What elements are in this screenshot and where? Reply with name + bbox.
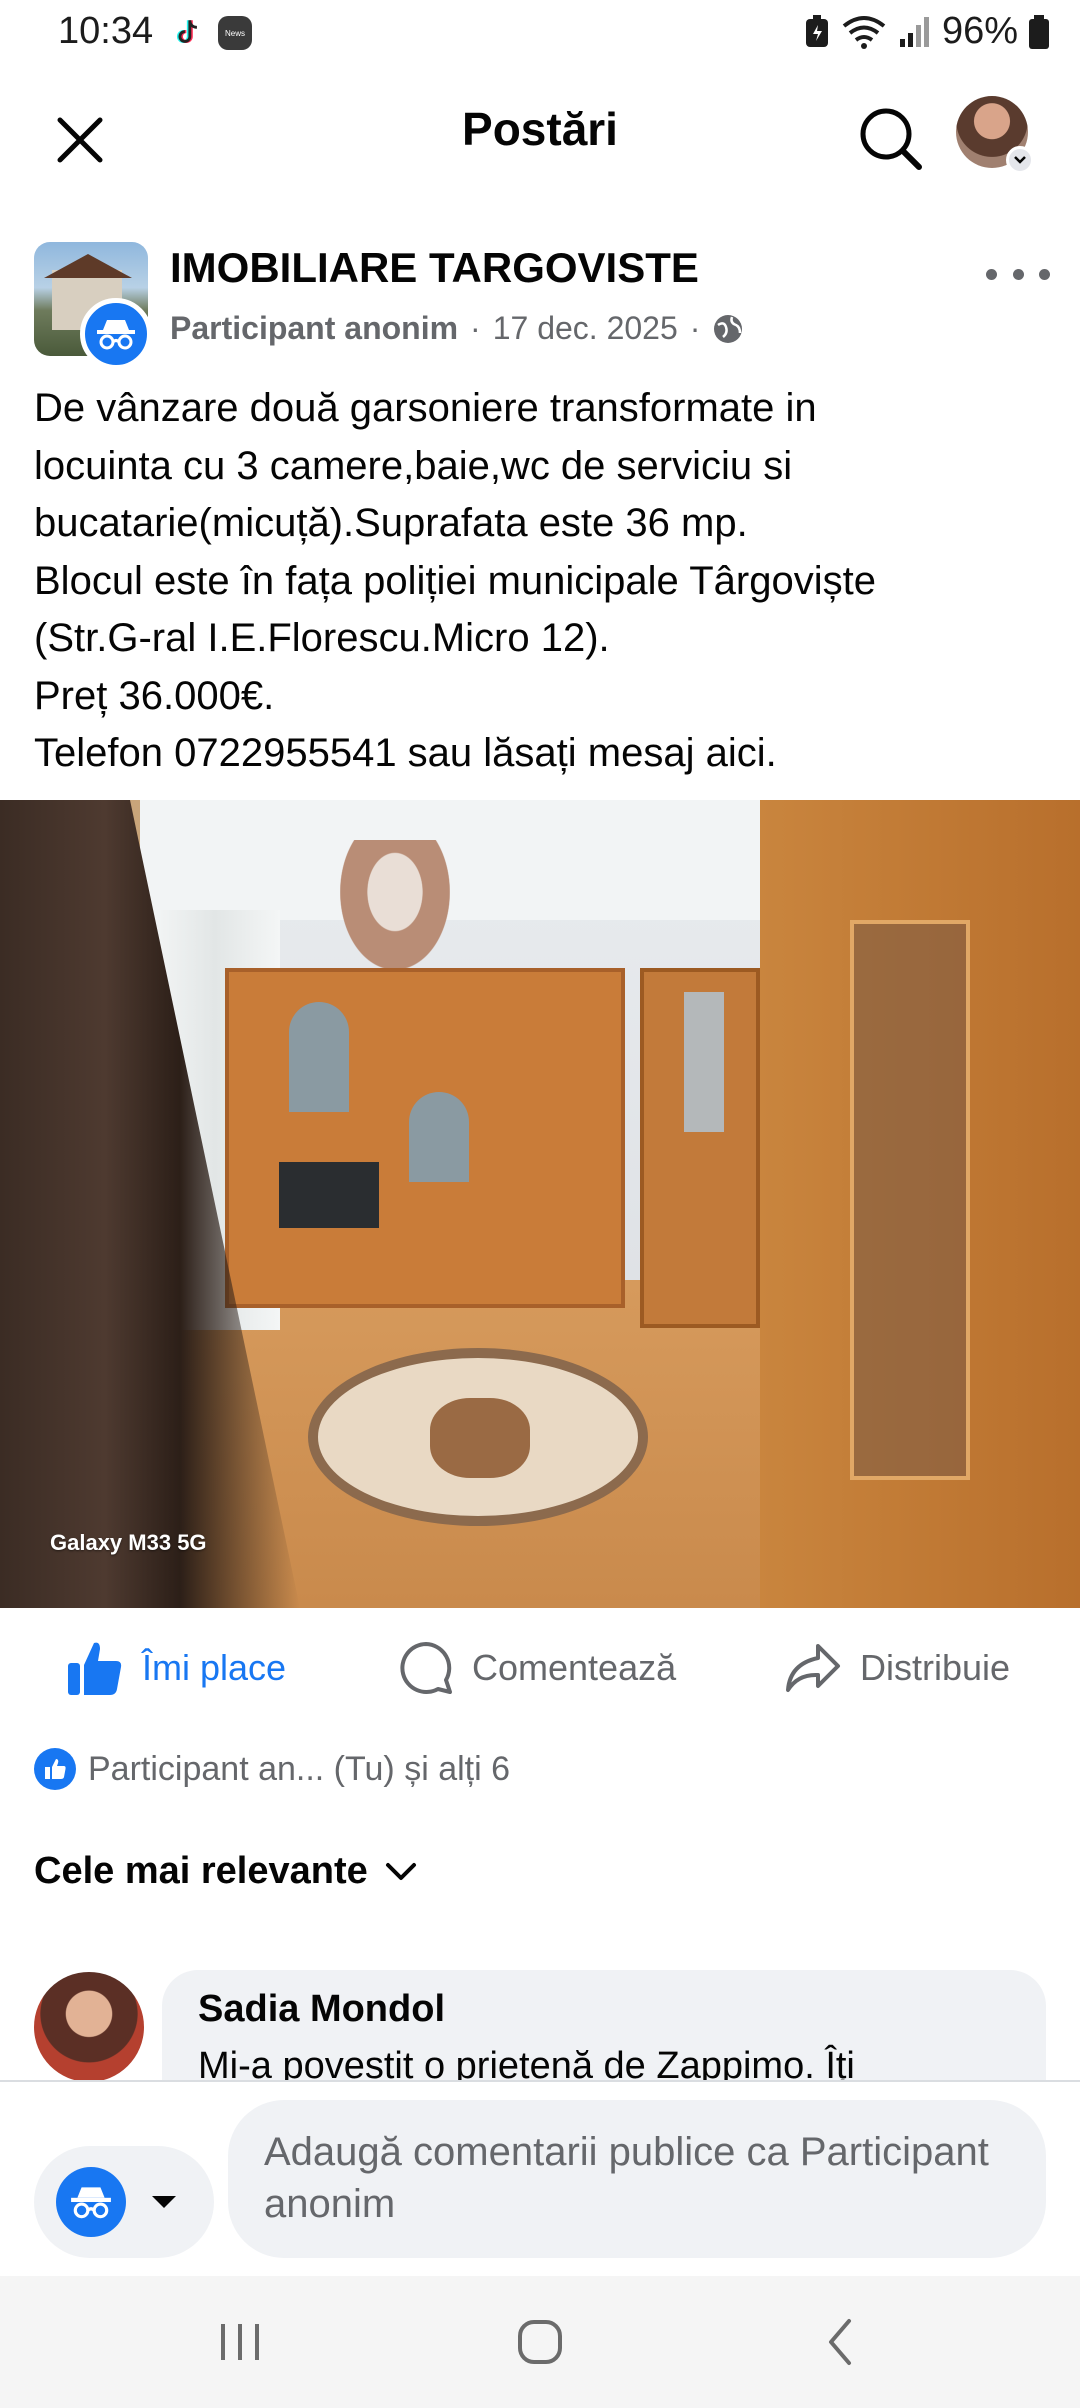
- post-line: locuinta cu 3 camere,baie,wc de serviciu…: [34, 443, 793, 488]
- television: [279, 1162, 379, 1228]
- search-button[interactable]: [850, 98, 930, 178]
- wifi-icon: [842, 15, 886, 49]
- share-label: Distribuie: [860, 1647, 1011, 1688]
- recent-apps-icon: [221, 2324, 259, 2360]
- sort-label: Cele mai relevante: [34, 1850, 368, 1892]
- search-icon: [860, 108, 922, 170]
- top-app-bar: Postări: [0, 68, 1080, 198]
- share-button[interactable]: Distribuie: [784, 1636, 1010, 1700]
- dot: [986, 268, 997, 280]
- home-button[interactable]: [490, 2304, 590, 2380]
- rug: [308, 1348, 648, 1526]
- anonymous-participant-icon: [56, 2167, 126, 2237]
- reactions-text: Participant an... (Tu) și alți 6: [88, 1749, 511, 1788]
- system-nav-bar: [0, 2276, 1080, 2408]
- post-author[interactable]: Participant anonim: [170, 310, 458, 347]
- door-pane: [684, 992, 724, 1132]
- like-label: Îmi place: [142, 1647, 287, 1688]
- comment-composer: [0, 2080, 1080, 2276]
- back-button[interactable]: [790, 2304, 890, 2380]
- commenter-name[interactable]: Sadia Mondol: [198, 1988, 1010, 2031]
- status-right: 96%: [804, 10, 1050, 53]
- meta-separator: ·: [470, 310, 481, 346]
- battery-icon: [1029, 14, 1049, 49]
- comment-item: Sadia Mondol Mi-a povestit o prietenă de…: [0, 1970, 1080, 2080]
- more-options-button[interactable]: [986, 254, 1050, 294]
- news-icon: News: [218, 16, 252, 50]
- dot: [1039, 268, 1050, 280]
- comment-text: Mi-a povestit o prietenă de Zappimo. Îți: [198, 2045, 855, 2080]
- thumbs-up-icon: [68, 1642, 122, 1695]
- comment-bubble[interactable]: Sadia Mondol Mi-a povestit o prietenă de…: [162, 1970, 1046, 2080]
- status-time: 10:34: [58, 10, 154, 52]
- dot: [1012, 268, 1024, 280]
- post-body: De vânzare două garsoniere transformate …: [34, 380, 1054, 783]
- signal-icon: [899, 16, 929, 47]
- close-button[interactable]: [40, 100, 120, 180]
- wall-unit: [225, 968, 625, 1308]
- profile-avatar[interactable]: [956, 96, 1034, 174]
- cabinet-glass: [850, 920, 970, 1480]
- like-reaction-icon: [34, 1748, 76, 1790]
- post-photo[interactable]: Galaxy M33 5G: [0, 800, 1080, 1608]
- comment-icon: [400, 1642, 452, 1694]
- post-line: Blocul este în fața poliției municipale …: [34, 558, 876, 603]
- share-icon: [786, 1644, 840, 1692]
- post-line: De vânzare două garsoniere transformate …: [34, 386, 817, 430]
- house-roof: [44, 254, 132, 278]
- post-line: Telefon 0722955541 sau lăsați mesaj aici…: [34, 731, 777, 775]
- caret-down-icon: [152, 2196, 176, 2208]
- battery-saver-icon: [805, 14, 828, 47]
- comment-label: Comentează: [472, 1647, 677, 1688]
- post-meta: Participant anonim · 17 dec. 2025 ·: [170, 310, 744, 347]
- post-header: IMOBILIARE TARGOVISTE Participant anonim…: [0, 232, 1080, 372]
- photo-watermark: Galaxy M33 5G: [50, 1530, 207, 1555]
- battery-percent: 96%: [941, 10, 1018, 52]
- chevron-down-icon: [1006, 146, 1034, 174]
- tiktok-icon: [176, 20, 198, 44]
- like-button[interactable]: Îmi place: [66, 1636, 286, 1700]
- recent-apps-button[interactable]: [190, 2304, 290, 2380]
- status-bar: 10:34 News 96%: [0, 0, 1080, 68]
- post-line: (Str.G-ral I.E.Florescu.Micro 12).: [34, 616, 610, 660]
- post-actions: Îmi place Comentează Distribuie: [0, 1608, 1080, 1728]
- anonymous-participant-icon: [80, 298, 152, 370]
- identity-picker[interactable]: [34, 2146, 214, 2258]
- chandelier: [340, 840, 450, 970]
- cabinet-glass: [289, 1002, 349, 1112]
- comment-sort-dropdown[interactable]: Cele mai relevante: [34, 1850, 418, 1893]
- notification-icons: News: [170, 16, 252, 50]
- post-date[interactable]: 17 dec. 2025: [493, 310, 678, 347]
- news-label: News: [224, 28, 245, 38]
- globe-icon: [714, 314, 743, 343]
- door: [640, 968, 760, 1328]
- rug-pattern: [430, 1398, 530, 1478]
- close-icon: [57, 117, 103, 163]
- post-line: bucatarie(micuță).Suprafata este 36 mp.: [34, 501, 748, 545]
- reactions-summary[interactable]: Participant an... (Tu) și alți 6: [34, 1748, 510, 1790]
- comment-button[interactable]: Comentează: [398, 1636, 676, 1700]
- room-ceiling: [140, 800, 840, 920]
- cabinet-glass: [409, 1092, 469, 1182]
- back-icon: [829, 2319, 851, 2365]
- comment-input[interactable]: [228, 2100, 1046, 2258]
- post-line: Preț 36.000€.: [34, 673, 275, 718]
- commenter-avatar[interactable]: [34, 1972, 144, 2080]
- group-name[interactable]: IMOBILIARE TARGOVISTE: [170, 244, 699, 292]
- chevron-down-icon: [385, 1862, 416, 1880]
- meta-separator: ·: [689, 310, 701, 346]
- home-icon: [518, 2320, 562, 2364]
- right-cabinet: [760, 800, 1080, 1608]
